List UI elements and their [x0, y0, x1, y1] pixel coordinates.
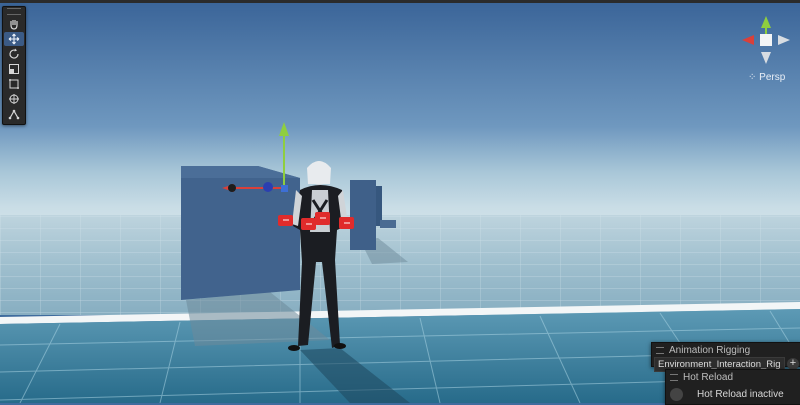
hot-reload-overlay: Hot Reload Hot Reload inactive	[665, 369, 800, 405]
rotate-tool-icon	[9, 48, 19, 59]
overlay-header[interactable]: Hot Reload	[666, 370, 800, 384]
custom-tool-icon	[8, 109, 20, 120]
viewport-top-border	[0, 0, 800, 3]
overlay-title: Animation Rigging	[669, 344, 751, 356]
overlay-title: Hot Reload	[683, 371, 734, 383]
status-indicator-icon	[670, 387, 683, 401]
hand-tool-icon	[10, 20, 18, 30]
move-tool-button[interactable]	[4, 32, 24, 46]
custom-tool-button[interactable]	[4, 107, 24, 121]
rect-tool-button[interactable]	[4, 77, 24, 91]
scale-tool-icon	[9, 64, 19, 74]
far-grid	[0, 215, 800, 315]
projection-label: Persp	[759, 72, 786, 83]
animation-rigging-overlay: Animation Rigging Environment_Interactio…	[651, 342, 800, 372]
transform-tool-icon	[9, 94, 19, 104]
drag-handle-icon	[656, 346, 664, 354]
move-tool-icon	[8, 33, 20, 45]
toolbar-grip[interactable]	[7, 8, 21, 15]
projection-icon: ⁘	[748, 72, 757, 83]
pillar	[350, 180, 376, 250]
transform-tool-button[interactable]	[4, 92, 24, 106]
sky	[0, 0, 800, 230]
hand-tool-button[interactable]	[4, 17, 24, 31]
overlay-header[interactable]: Animation Rigging	[652, 343, 800, 357]
drag-handle-icon	[670, 373, 678, 381]
far-block	[380, 220, 396, 228]
scene-tools-toolbar	[2, 6, 26, 125]
scale-tool-button[interactable]	[4, 62, 24, 76]
rotate-tool-button[interactable]	[4, 47, 24, 61]
projection-toggle[interactable]: ⁘ Persp	[748, 72, 785, 83]
rect-tool-icon	[9, 79, 19, 89]
hot-reload-status: Hot Reload inactive	[697, 388, 784, 400]
